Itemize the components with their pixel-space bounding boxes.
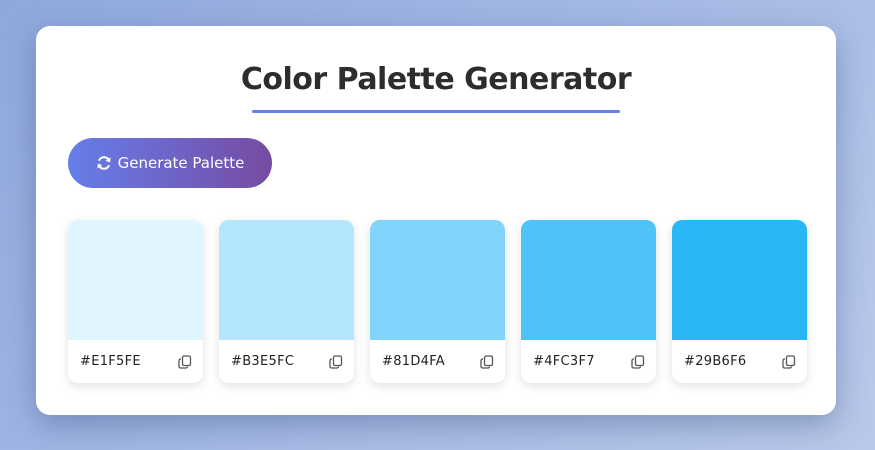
color-swatch[interactable]: #E1F5FE [68,220,203,383]
palette-swatches: #E1F5FE #B3E5FC #81D4FA #4FC3F7 #29B6F6 [68,220,807,383]
generate-palette-label: Generate Palette [117,154,245,172]
hex-code: #B3E5FC [231,354,295,369]
swatch-footer: #4FC3F7 [521,340,656,383]
swatch-color-block[interactable] [370,220,505,340]
copy-icon[interactable] [329,354,343,369]
swatch-footer: #E1F5FE [68,340,203,383]
page-title: Color Palette Generator [240,62,632,97]
title-underline [252,110,620,113]
swatch-color-block[interactable] [219,220,354,340]
hex-code: #E1F5FE [80,354,141,369]
generate-palette-button[interactable]: Generate Palette [68,138,272,188]
color-swatch[interactable]: #81D4FA [370,220,505,383]
swatch-color-block[interactable] [672,220,807,340]
hex-code: #29B6F6 [684,354,747,369]
refresh-icon [96,155,112,171]
palette-card: Color Palette Generator Generate Palette… [36,26,836,415]
copy-icon[interactable] [631,354,645,369]
hex-code: #4FC3F7 [533,354,595,369]
swatch-footer: #29B6F6 [672,340,807,383]
color-swatch[interactable]: #B3E5FC [219,220,354,383]
color-swatch[interactable]: #4FC3F7 [521,220,656,383]
swatch-color-block[interactable] [68,220,203,340]
copy-icon[interactable] [480,354,494,369]
copy-icon[interactable] [178,354,192,369]
swatch-footer: #81D4FA [370,340,505,383]
hex-code: #81D4FA [382,354,445,369]
swatch-color-block[interactable] [521,220,656,340]
swatch-footer: #B3E5FC [219,340,354,383]
copy-icon[interactable] [782,354,796,369]
color-swatch[interactable]: #29B6F6 [672,220,807,383]
